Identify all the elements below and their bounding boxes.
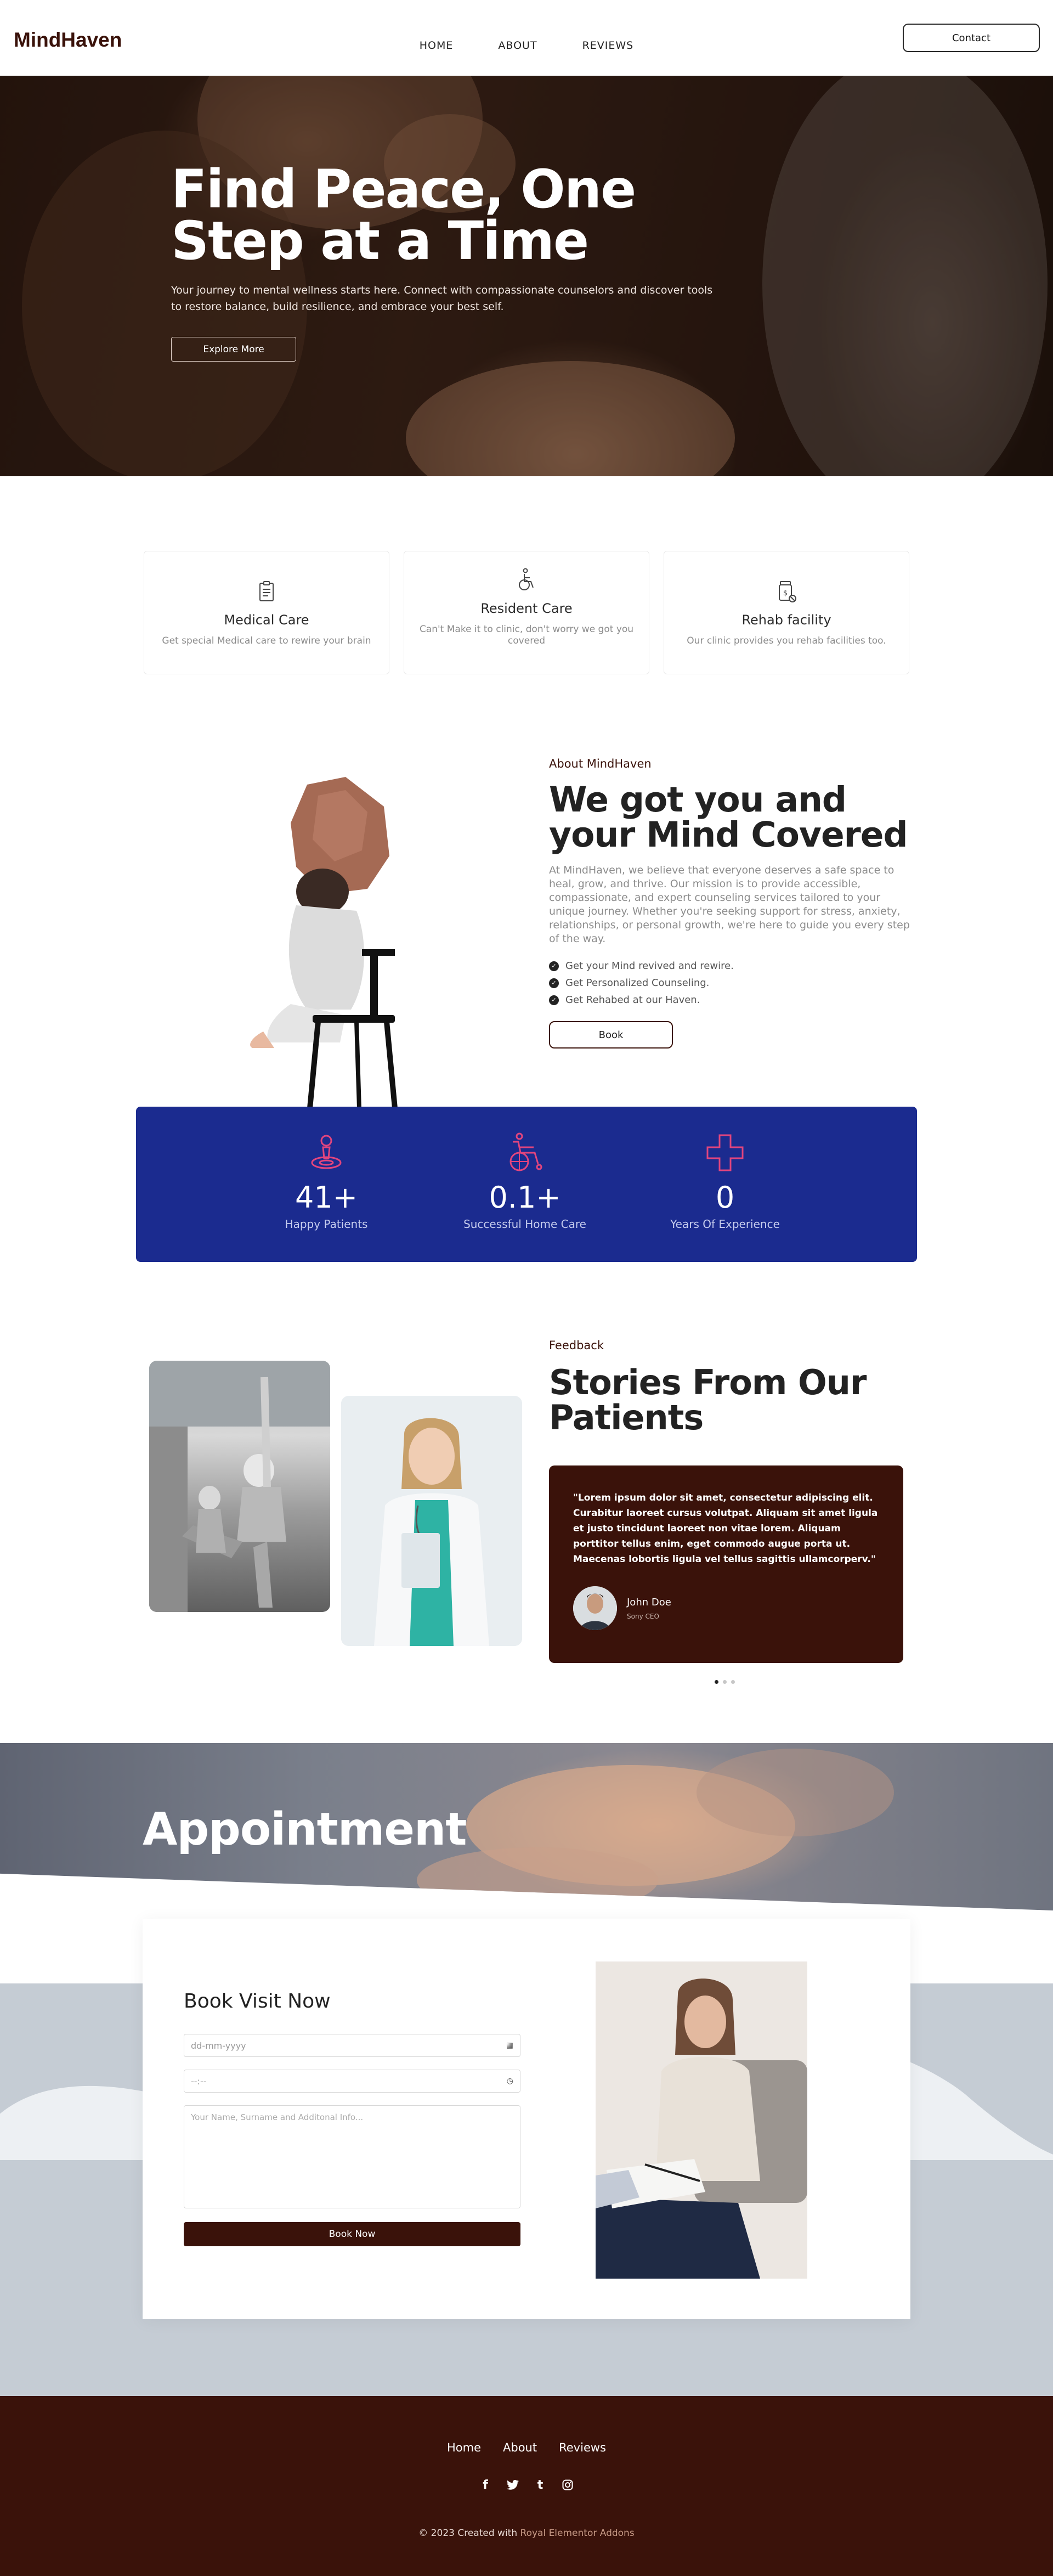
- nav-about[interactable]: ABOUT: [498, 40, 537, 52]
- avatar: [573, 1586, 617, 1630]
- svg-text:$: $: [783, 589, 788, 598]
- stat-label: Years Of Experience: [670, 1217, 780, 1231]
- copyright-text: © 2023 Created with: [418, 2528, 518, 2539]
- appointment-section: Appointment Book Visit Now dd-mm-yyyy ▦ …: [0, 1743, 1053, 2396]
- stat-value: 0: [715, 1180, 735, 1215]
- stat-label: Successful Home Care: [463, 1217, 586, 1231]
- hero-subtitle: Your journey to mental wellness starts h…: [171, 284, 713, 313]
- check-circle-icon: ✓: [549, 961, 559, 971]
- copyright-link[interactable]: Royal Elementor Addons: [520, 2528, 635, 2539]
- check-circle-icon: ✓: [549, 978, 559, 988]
- site-footer: Home About Reviews f t © 2023 Created wi…: [0, 2396, 1053, 2576]
- service-card-medical[interactable]: Medical Care Get special Medical care to…: [144, 551, 389, 674]
- about-checklist: ✓ Get your Mind revived and rewire. ✓ Get …: [549, 960, 911, 1006]
- calendar-icon[interactable]: ▦: [506, 2041, 513, 2050]
- elderly-exercise-photo: [149, 1361, 330, 1612]
- twitter-icon[interactable]: [506, 2478, 519, 2492]
- about-description: At MindHaven, we believe that everyone d…: [549, 864, 910, 945]
- service-description: Our clinic provides you rehab facilities…: [687, 635, 886, 646]
- copyright: © 2023 Created with Royal Elementor Addo…: [0, 2528, 1053, 2539]
- doctor-photo: [341, 1396, 522, 1646]
- message-textarea[interactable]: Your Name, Surname and Additonal Info...: [184, 2105, 520, 2208]
- time-input[interactable]: --:-- ◷: [184, 2070, 520, 2093]
- tumblr-icon[interactable]: t: [534, 2478, 547, 2492]
- stat-label: Happy Patients: [285, 1217, 368, 1231]
- stat-years-experience: 0 Years Of Experience: [643, 1131, 807, 1231]
- clipboard-icon: [259, 581, 274, 601]
- form-title: Book Visit Now: [184, 1990, 331, 2013]
- main-nav: HOME ABOUT REVIEWS: [0, 40, 1053, 52]
- stat-happy-patients: 41+ Happy Patients: [244, 1131, 409, 1231]
- check-circle-icon: ✓: [549, 995, 559, 1005]
- service-title: Medical Care: [224, 612, 309, 628]
- appointment-card: Book Visit Now dd-mm-yyyy ▦ --:-- ◷ Your…: [143, 1919, 910, 2319]
- testimonial-card: "Lorem ipsum dolor sit amet, consectetur…: [549, 1465, 903, 1663]
- appointment-title: Appointment: [143, 1803, 467, 1856]
- footer-link-reviews[interactable]: Reviews: [559, 2441, 606, 2454]
- testimonial-author: John Doe Sony CEO: [573, 1586, 671, 1630]
- about-kicker: About MindHaven: [549, 757, 652, 770]
- service-description: Get special Medical care to rewire your …: [162, 635, 371, 646]
- nav-reviews[interactable]: REVIEWS: [582, 40, 634, 52]
- nav-home[interactable]: HOME: [420, 40, 454, 52]
- book-button[interactable]: Book: [549, 1021, 673, 1049]
- hero-section: Find Peace, One Step at a Time Your jour…: [0, 76, 1053, 476]
- pill-bottle-icon: $: [779, 581, 796, 602]
- service-card-rehab[interactable]: $ Rehab facility Our clinic provides you…: [664, 551, 909, 674]
- stat-value: 0.1+: [489, 1180, 561, 1215]
- woman-with-rock-illustration: [250, 777, 398, 1109]
- testimonials-kicker: Feedback: [549, 1339, 604, 1352]
- social-links: f t: [0, 2478, 1053, 2492]
- service-title: Rehab facility: [741, 612, 831, 628]
- about-text: About MindHaven We got you and your Mind…: [549, 757, 911, 1049]
- date-input[interactable]: dd-mm-yyyy ▦: [184, 2034, 520, 2057]
- hero-content: Find Peace, One Step at a Time Your jour…: [171, 159, 741, 362]
- service-title: Resident Care: [480, 601, 573, 616]
- carousel-dot[interactable]: [723, 1680, 727, 1684]
- checklist-item: ✓ Get Personalized Counseling.: [549, 977, 911, 989]
- instagram-icon[interactable]: [561, 2478, 574, 2492]
- facebook-icon[interactable]: f: [479, 2478, 492, 2492]
- testimonials-title: Stories From Our Patients: [549, 1362, 867, 1438]
- testimonial-quote: "Lorem ipsum dolor sit amet, consectetur…: [573, 1492, 878, 1565]
- medical-cross-icon: [706, 1134, 744, 1171]
- clock-icon[interactable]: ◷: [507, 2077, 513, 2085]
- footer-nav: Home About Reviews: [0, 2441, 1053, 2454]
- author-role: Sony CEO: [627, 1612, 659, 1620]
- carousel-dot[interactable]: [731, 1680, 735, 1684]
- checklist-text: Get your Mind revived and rewire.: [565, 960, 734, 972]
- footer-link-home[interactable]: Home: [447, 2441, 481, 2454]
- date-placeholder: dd-mm-yyyy: [191, 2040, 246, 2051]
- about-title: We got you and your Mind Covered: [549, 780, 908, 855]
- checklist-text: Get Personalized Counseling.: [565, 977, 710, 989]
- wheelchair-icon: [519, 568, 534, 590]
- stat-home-care: 0.1+ Successful Home Care: [443, 1131, 607, 1231]
- site-header: MindHaven HOME ABOUT REVIEWS Contact: [0, 0, 1053, 76]
- location-pin-icon: [311, 1135, 342, 1169]
- author-name: John Doe: [627, 1596, 671, 1608]
- checklist-text: Get Rehabed at our Haven.: [565, 994, 700, 1006]
- checklist-item: ✓ Get Rehabed at our Haven.: [549, 994, 911, 1006]
- checklist-item: ✓ Get your Mind revived and rewire.: [549, 960, 911, 972]
- time-placeholder: --:--: [191, 2076, 207, 2087]
- carousel-dots: [715, 1680, 735, 1684]
- counseling-session-photo: [596, 1961, 807, 2279]
- explore-more-button[interactable]: Explore More: [171, 337, 296, 362]
- footer-link-about[interactable]: About: [503, 2441, 537, 2454]
- carousel-dot[interactable]: [715, 1680, 718, 1684]
- book-now-button[interactable]: Book Now: [184, 2222, 520, 2246]
- service-description: Can't Make it to clinic, don't worry we …: [419, 624, 634, 646]
- wheelchair-icon: [509, 1132, 542, 1171]
- service-card-resident[interactable]: Resident Care Can't Make it to clinic, d…: [404, 551, 649, 674]
- services-section: Medical Care Get special Medical care to…: [0, 476, 1053, 675]
- author-info: John Doe Sony CEO: [627, 1597, 671, 1620]
- testimonials-section: Feedback Stories From Our Patients "Lore…: [0, 1339, 1053, 1745]
- testimonials-text: Feedback Stories From Our Patients: [549, 1339, 905, 1435]
- stat-value: 41+: [295, 1180, 358, 1215]
- stats-bar: 41+ Happy Patients 0.1+ Successful Home …: [136, 1107, 917, 1262]
- hero-title: Find Peace, One Step at a Time: [171, 159, 636, 272]
